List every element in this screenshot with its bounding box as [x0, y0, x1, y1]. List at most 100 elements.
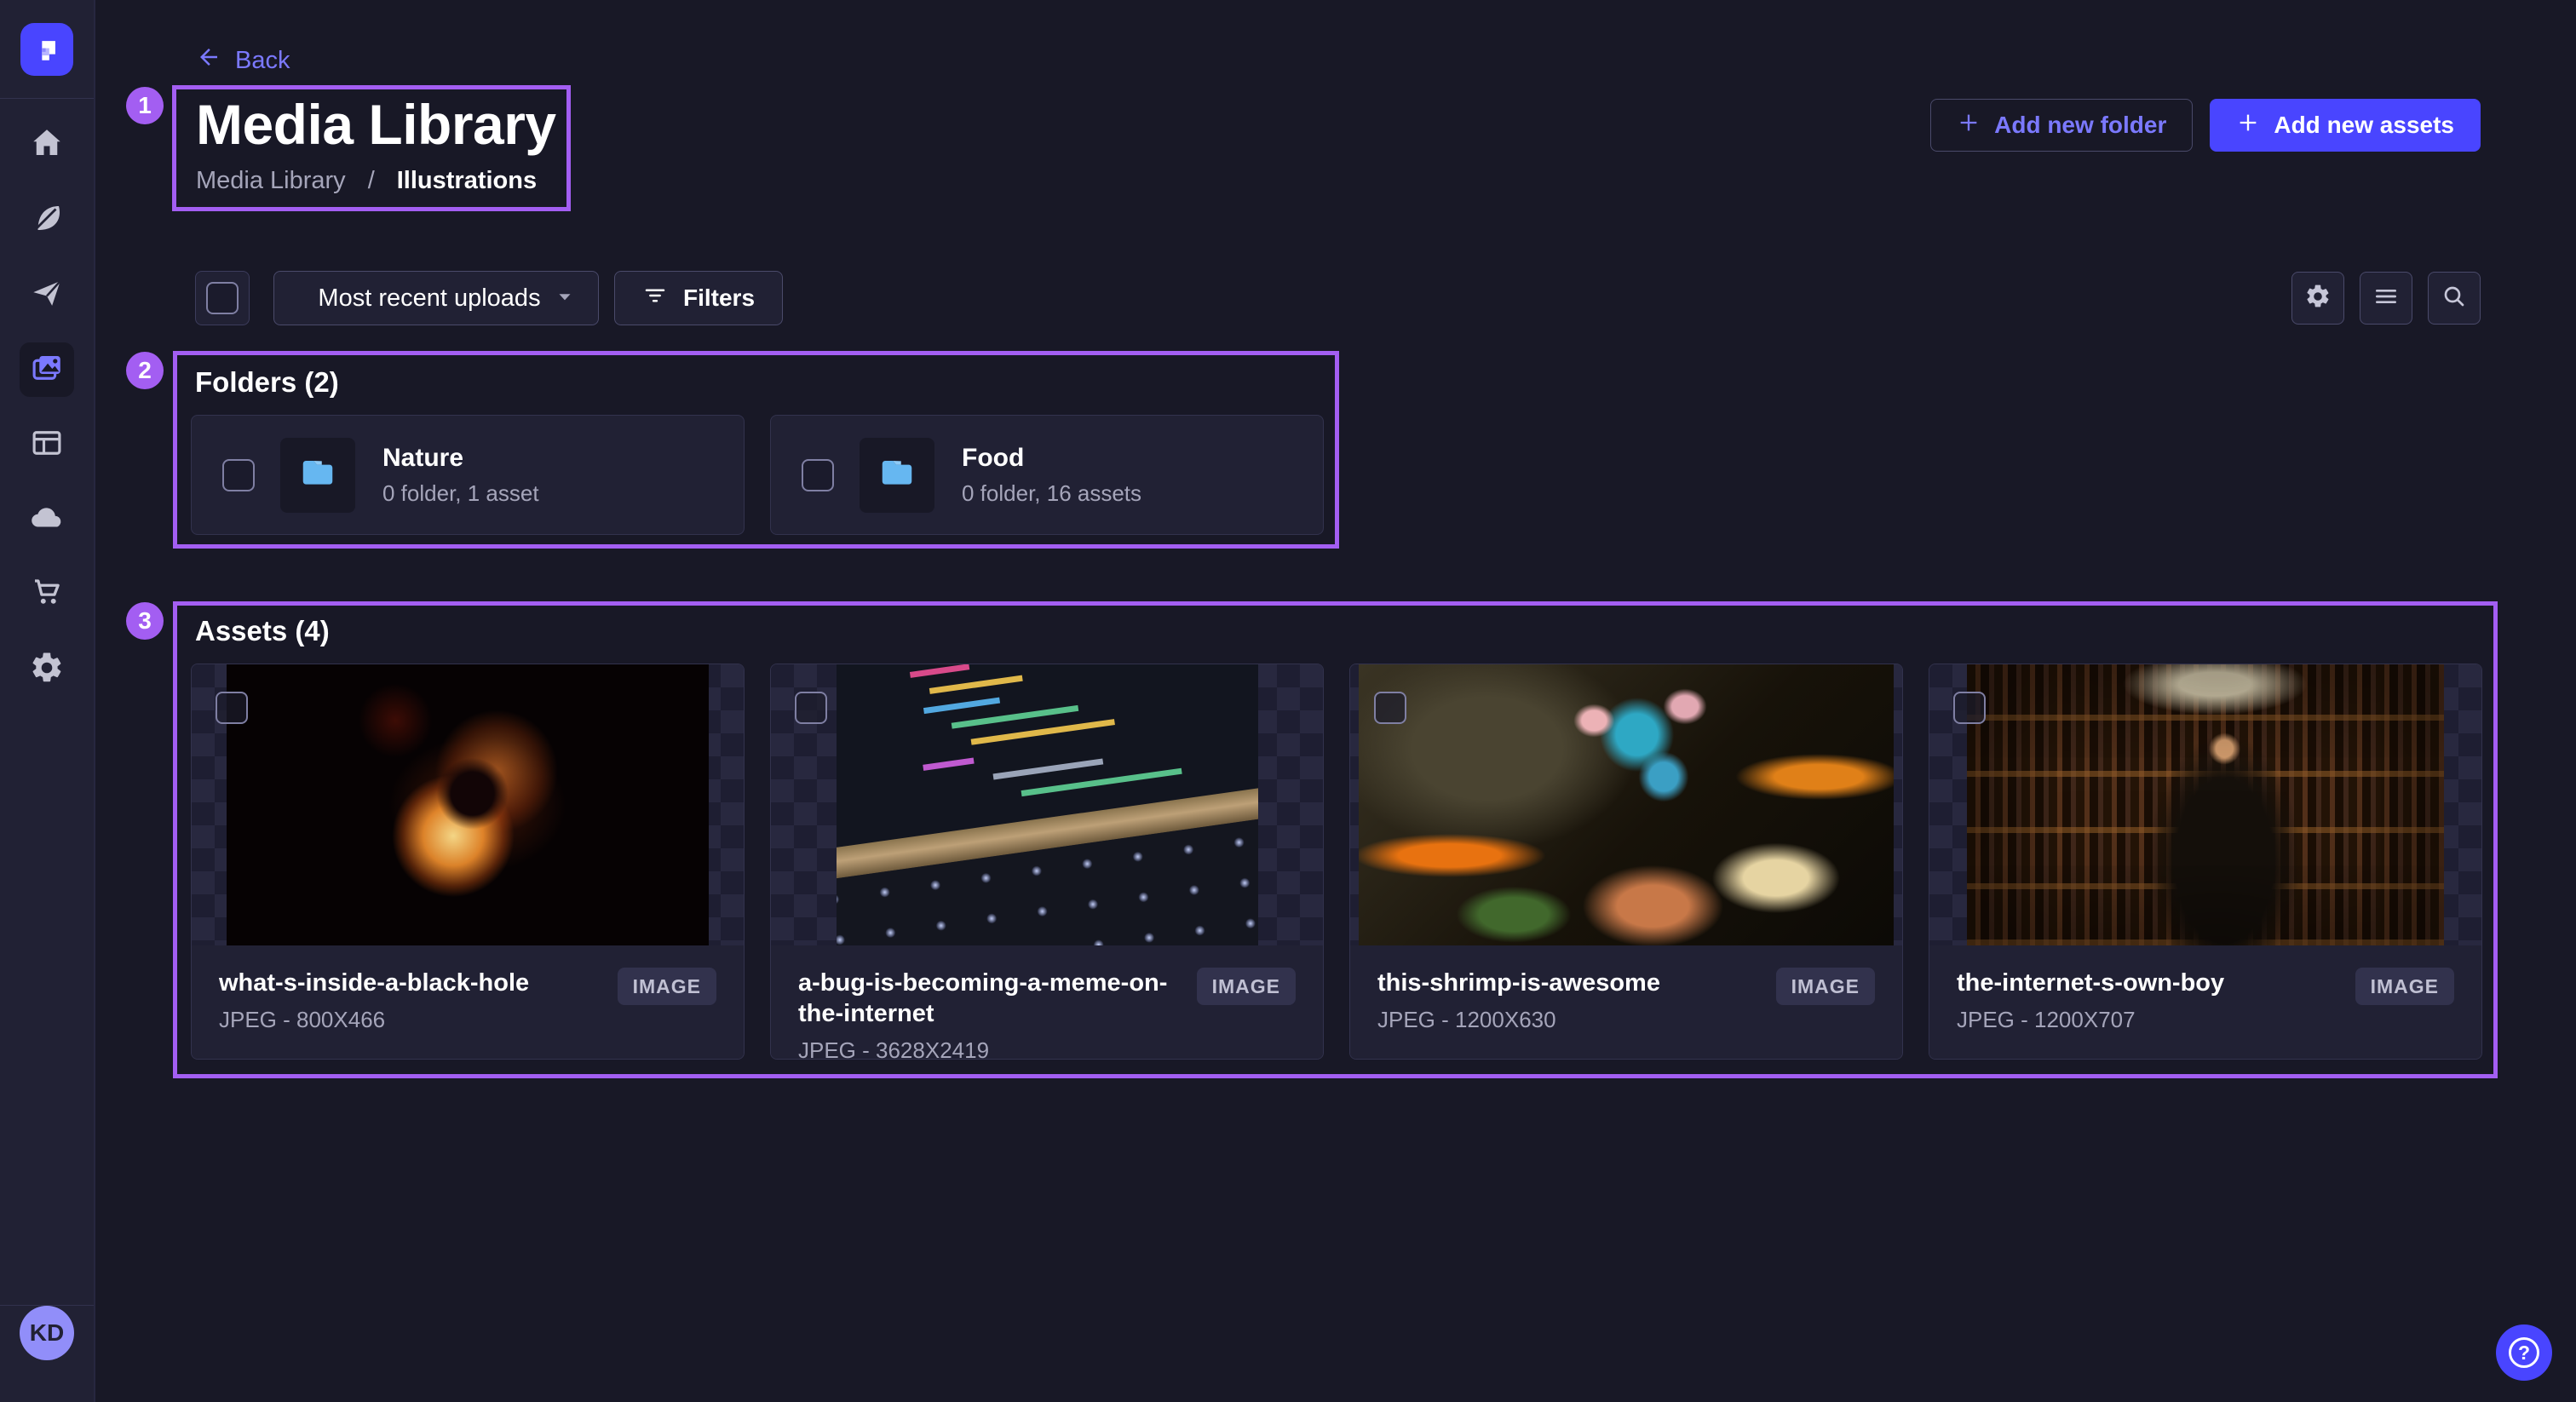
breadcrumb-separator: / [368, 167, 375, 195]
plus-icon [2236, 111, 2260, 141]
asset-title: what-s-inside-a-black-hole [219, 968, 529, 998]
folder-checkbox[interactable] [802, 459, 834, 491]
folder-icon [877, 453, 917, 497]
user-avatar[interactable]: KD [20, 1306, 74, 1360]
folder-checkbox[interactable] [222, 459, 255, 491]
breadcrumb-current: Illustrations [397, 167, 537, 195]
folders-heading: Folders (2) [195, 366, 339, 399]
strapi-logo-icon[interactable] [20, 23, 73, 76]
folder-card-nature[interactable]: Nature 0 folder, 1 asset [191, 415, 745, 535]
select-all-checkbox[interactable] [206, 282, 239, 314]
sort-value: Most recent uploads [305, 284, 554, 313]
asset-meta: JPEG - 800X466 [219, 1007, 529, 1033]
chevron-down-icon [554, 285, 576, 312]
folder-meta: 0 folder, 1 asset [382, 480, 539, 507]
sidebar-item-content[interactable] [20, 192, 74, 247]
asset-footer: this-shrimp-is-awesome JPEG - 1200X630 I… [1350, 945, 1902, 1059]
asset-title: the-internet-s-own-boy [1957, 968, 2224, 998]
folders-grid: Nature 0 folder, 1 asset Food 0 folder, … [191, 415, 1324, 535]
plus-icon [1957, 111, 1981, 141]
filter-icon [642, 283, 668, 314]
sidebar-nav [0, 118, 94, 697]
laptop-code-image [837, 664, 1258, 945]
black-hole-image [227, 664, 709, 945]
home-icon [29, 125, 65, 165]
library-portrait-image [1967, 664, 2444, 945]
add-new-assets-label: Add new assets [2274, 112, 2454, 139]
asset-thumbnail [1350, 664, 1902, 945]
back-label: Back [235, 47, 290, 75]
select-all-wrap[interactable] [195, 271, 250, 325]
asset-type-badge: IMAGE [618, 968, 716, 1005]
sidebar-item-marketplace[interactable] [20, 567, 74, 622]
asset-footer: the-internet-s-own-boy JPEG - 1200X707 I… [1929, 945, 2481, 1059]
page-title: Media Library [196, 92, 556, 157]
folder-meta: 0 folder, 16 assets [962, 480, 1141, 507]
sidebar-item-media-library[interactable] [20, 342, 74, 397]
filters-label: Filters [683, 284, 755, 312]
paper-plane-icon [29, 275, 65, 315]
folder-icon [298, 453, 337, 497]
toolbar: Most recent uploads Filters [195, 271, 2481, 325]
folder-name[interactable]: Nature [382, 444, 539, 473]
view-actions [2291, 272, 2481, 325]
folder-card-food[interactable]: Food 0 folder, 16 assets [770, 415, 1324, 535]
sidebar-item-releases[interactable] [20, 267, 74, 322]
folder-text: Nature 0 folder, 1 asset [382, 444, 539, 507]
asset-thumbnail [1929, 664, 2481, 945]
asset-card[interactable]: what-s-inside-a-black-hole JPEG - 800X46… [191, 664, 745, 1060]
header-actions: Add new folder Add new assets [1930, 99, 2481, 152]
asset-thumbnail [192, 664, 744, 945]
add-new-assets-button[interactable]: Add new assets [2210, 99, 2481, 152]
mantis-shrimp-image [1359, 664, 1894, 945]
asset-checkbox[interactable] [1953, 692, 1986, 724]
asset-type-badge: IMAGE [1776, 968, 1875, 1005]
filters-button[interactable]: Filters [614, 271, 783, 325]
asset-meta: JPEG - 1200X707 [1957, 1007, 2224, 1033]
breadcrumb-parent[interactable]: Media Library [196, 167, 346, 195]
asset-type-badge: IMAGE [1197, 968, 1296, 1005]
list-icon [2372, 283, 2400, 314]
back-link[interactable]: Back [196, 44, 290, 77]
asset-footer: a-bug-is-becoming-a-meme-on-the-internet… [771, 945, 1323, 1060]
folder-tile [280, 438, 355, 513]
asset-checkbox[interactable] [795, 692, 827, 724]
cart-icon [29, 575, 65, 615]
asset-card[interactable]: a-bug-is-becoming-a-meme-on-the-internet… [770, 664, 1324, 1060]
asset-checkbox[interactable] [216, 692, 248, 724]
asset-card[interactable]: the-internet-s-own-boy JPEG - 1200X707 I… [1929, 664, 2482, 1060]
gear-icon [2304, 283, 2332, 314]
asset-checkbox[interactable] [1374, 692, 1406, 724]
media-library-icon [29, 350, 65, 390]
folder-name[interactable]: Food [962, 444, 1141, 473]
sidebar-item-deploy[interactable] [20, 492, 74, 547]
main-content: Back Media Library Media Library / Illus… [95, 0, 2576, 1402]
logo-box [0, 0, 94, 99]
question-icon: ? [2509, 1337, 2539, 1368]
folder-text: Food 0 folder, 16 assets [962, 444, 1141, 507]
search-button[interactable] [2428, 272, 2481, 325]
grid-settings-button[interactable] [2291, 272, 2344, 325]
folder-tile [860, 438, 934, 513]
help-button[interactable]: ? [2496, 1324, 2552, 1381]
asset-footer: what-s-inside-a-black-hole JPEG - 800X46… [192, 945, 744, 1059]
sidebar: KD [0, 0, 95, 1402]
list-view-button[interactable] [2360, 272, 2412, 325]
assets-grid: what-s-inside-a-black-hole JPEG - 800X46… [191, 664, 2482, 1060]
asset-type-badge: IMAGE [2355, 968, 2454, 1005]
cloud-icon [29, 500, 65, 540]
asset-meta: JPEG - 3628X2419 [798, 1037, 1197, 1060]
asset-card[interactable]: this-shrimp-is-awesome JPEG - 1200X630 I… [1349, 664, 1903, 1060]
asset-thumbnail [771, 664, 1323, 945]
breadcrumb: Media Library / Illustrations [196, 167, 537, 195]
asset-title: a-bug-is-becoming-a-meme-on-the-internet [798, 968, 1197, 1029]
gear-icon [29, 650, 65, 690]
add-new-folder-button[interactable]: Add new folder [1930, 99, 2193, 152]
sidebar-item-home[interactable] [20, 118, 74, 172]
sidebar-item-settings[interactable] [20, 642, 74, 697]
sidebar-item-content-manager[interactable] [20, 417, 74, 472]
search-icon [2441, 283, 2468, 314]
feather-icon [29, 200, 65, 240]
sort-dropdown[interactable]: Most recent uploads [273, 271, 599, 325]
assets-heading: Assets (4) [195, 615, 330, 647]
